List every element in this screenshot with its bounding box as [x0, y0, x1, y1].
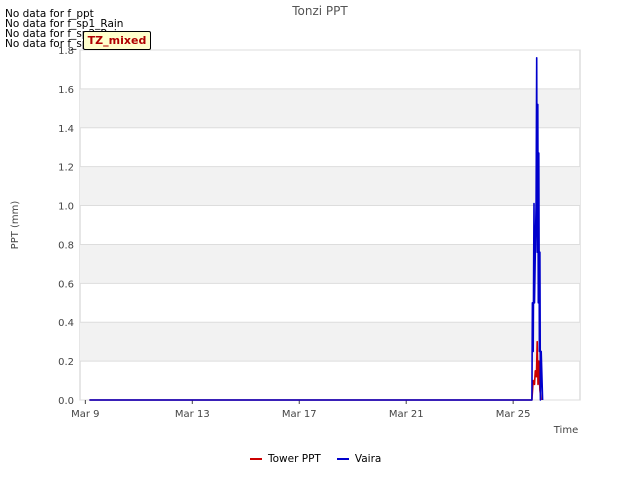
x-tick-label: Mar 9	[71, 409, 99, 420]
chart-title: Tonzi PPT	[291, 4, 348, 18]
y-tick-label: 0.0	[58, 396, 74, 407]
y-tick-label: 0.2	[58, 357, 74, 368]
y-axis-label: PPT (mm)	[10, 201, 21, 250]
x-tick-label: Mar 21	[389, 409, 424, 420]
plot-background	[79, 49, 581, 401]
legend-swatch-tower-ppt	[250, 458, 262, 460]
grid-band	[80, 88, 580, 128]
y-tick-label: 0.4	[58, 318, 74, 329]
y-tick-label: 1.4	[58, 124, 74, 135]
y-tick-label: 0.8	[58, 240, 74, 251]
site-badge: TZ_mixed	[83, 31, 151, 50]
x-tick-label: Mar 25	[496, 409, 531, 420]
y-tick-label: 1.2	[58, 163, 74, 174]
grid-band	[80, 166, 580, 206]
grid-band	[80, 244, 580, 284]
x-axis-ticks: Mar 9 Mar 13 Mar 17 Mar 21 Mar 25	[71, 400, 531, 420]
x-tick-label: Mar 13	[175, 409, 210, 420]
x-tick-label: Mar 17	[282, 409, 317, 420]
legend-item-tower-ppt: Tower PPT	[250, 453, 321, 465]
legend-swatch-vaira	[336, 458, 349, 460]
chart-svg: Tonzi PPT 0.00.20.40.60.81.01.21.41.61.8…	[10, 4, 581, 436]
y-tick-label: 0.6	[58, 279, 74, 290]
legend-item-vaira: Vaira	[336, 453, 382, 465]
legend-label-tower-ppt: Tower PPT	[268, 453, 321, 465]
legend-label-vaira: Vaira	[354, 453, 382, 465]
grid-band	[80, 322, 580, 362]
x-axis-label: Time	[553, 425, 578, 436]
y-tick-label: 1.0	[58, 202, 74, 213]
legend: Tower PPT Vaira	[250, 453, 381, 465]
y-tick-label: 1.6	[58, 85, 74, 96]
